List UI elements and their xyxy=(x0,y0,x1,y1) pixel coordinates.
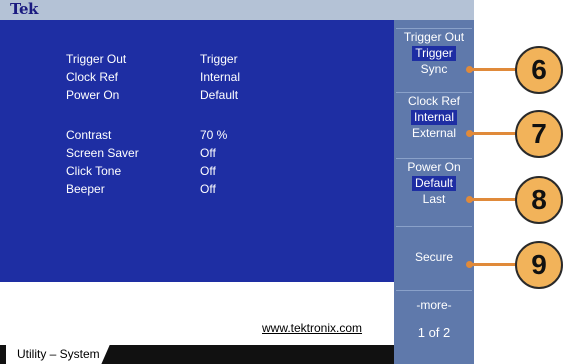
setting-label: Click Tone xyxy=(66,164,122,178)
softkey-title: Clock Ref xyxy=(407,94,460,108)
clock-ref-softkey[interactable]: Clock Ref Internal External xyxy=(396,92,472,155)
instrument-screen: Tek Trigger Out Trigger Clock Ref Intern… xyxy=(0,0,474,364)
setting-label: Contrast xyxy=(66,128,112,142)
callout-7: 7 xyxy=(515,110,563,158)
callout-line xyxy=(469,132,519,135)
power-on-softkey[interactable]: Power On Default Last xyxy=(396,158,472,221)
secure-softkey[interactable]: Secure xyxy=(396,226,472,289)
callout-9: 9 xyxy=(515,241,563,289)
setting-value: Off xyxy=(200,182,216,196)
tab-utility-system[interactable]: Utility – System xyxy=(6,345,110,364)
setting-value: 70 % xyxy=(200,128,228,142)
trigger-out-softkey[interactable]: Trigger Out Trigger Sync xyxy=(396,28,472,91)
setting-value: Default xyxy=(200,88,239,102)
callout-line xyxy=(469,198,519,201)
alternate-option: Sync xyxy=(420,62,448,76)
title-bar: Tek xyxy=(0,0,474,20)
callout-line xyxy=(469,263,519,266)
softkey-title: Power On xyxy=(407,160,461,174)
selected-option: Trigger xyxy=(412,46,456,61)
selected-option: Internal xyxy=(410,110,458,125)
website-link[interactable]: www.tektronix.com xyxy=(262,321,362,335)
tek-logo: Tek xyxy=(10,0,38,18)
callout-6: 6 xyxy=(515,46,563,94)
setting-value: Off xyxy=(200,146,216,160)
softkey-title: Trigger Out xyxy=(403,30,465,44)
page-indicator: 1 of 2 xyxy=(417,325,451,340)
alternate-option: External xyxy=(411,126,457,140)
setting-value: Trigger xyxy=(200,52,238,66)
callout-line xyxy=(469,68,519,71)
softkey-title: -more- xyxy=(416,298,452,312)
setting-label: Clock Ref xyxy=(66,70,119,84)
callout-8: 8 xyxy=(515,176,563,224)
selected-option: Default xyxy=(411,176,457,191)
setting-label: Power On xyxy=(66,88,120,102)
setting-label: Trigger Out xyxy=(66,52,127,66)
setting-label: Beeper xyxy=(66,182,105,196)
softkey-title: Secure xyxy=(414,250,454,264)
settings-panel xyxy=(0,20,394,282)
setting-value: Internal xyxy=(200,70,241,84)
setting-label: Screen Saver xyxy=(66,146,139,160)
setting-value: Off xyxy=(200,164,216,178)
alternate-option: Last xyxy=(422,192,446,206)
more-softkey[interactable]: -more- 1 of 2 xyxy=(396,290,472,363)
